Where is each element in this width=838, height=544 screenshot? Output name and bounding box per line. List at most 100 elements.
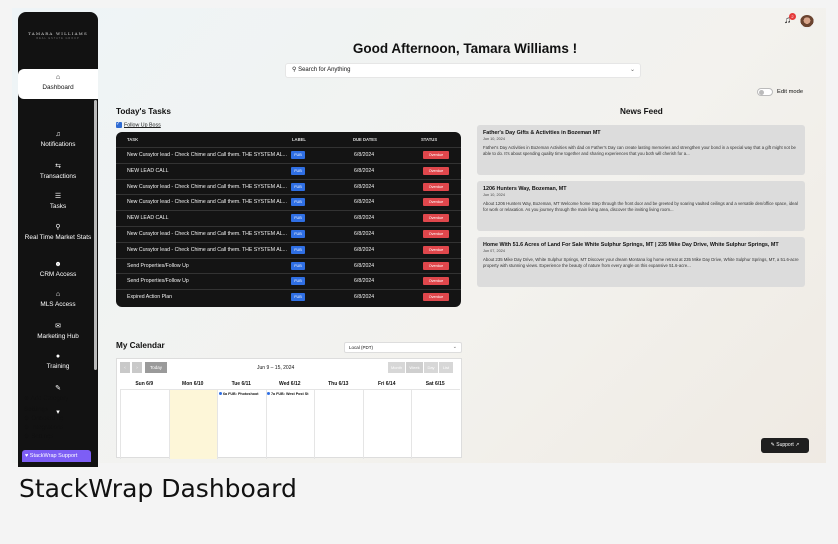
task-name: New Curaytor lead - Check Chime and Call… [127,152,287,158]
sidebar-item-transactions[interactable]: ⇆ Transactions [18,162,98,180]
page-title: Good Afternoon, Tamara Williams ! [352,41,578,56]
magnifier-icon: ⚲ [55,224,61,231]
table-row[interactable]: Send Properties/Follow Up FUB 6/8/2024 Over… [116,257,461,274]
view-month-button[interactable]: Month [388,362,405,373]
due-date: 6/8/2024 [354,294,375,301]
sidebar-scrollbar[interactable] [94,100,97,370]
due-date: 6/8/2024 [354,152,375,158]
table-row[interactable]: NEW LEAD CALL FUB 6/8/2024 Overdue [116,162,461,179]
news-body: Father's Day Activities in Bozeman Activ… [483,145,796,156]
view-day-button[interactable]: Day [424,362,438,373]
sidebar-item-notifications[interactable]: ♫ Notifications [18,131,98,148]
label-badge: FUB [291,151,305,159]
today-button[interactable]: Today [145,362,167,373]
timezone-select[interactable]: Local (PDT) ⌄ [344,342,462,353]
status-badge: Overdue [423,245,449,254]
sidebar-item-dashboard[interactable]: ⌂ Dashboard [18,69,98,99]
checkbox[interactable] [116,121,122,128]
calendar-event[interactable]: 6a FUB: Photoshoot [219,392,258,396]
status-badge: Overdue [423,277,449,286]
task-name: New Curaytor lead - Check Chime and Call… [127,246,287,253]
prev-button[interactable]: ‹ [120,362,130,373]
search-icon: ⚲ [292,67,297,73]
caption: StackWrap Dashboard [19,474,297,503]
status-badge: Overdue [423,198,449,207]
follow-up-boss-filter[interactable]: Follow Up Boss [116,121,161,128]
view-week-button[interactable]: Week [406,362,423,373]
sidebar-item-tools[interactable]: ✎ [18,384,98,395]
table-row[interactable]: New Curaytor lead - Check Chime and Call… [116,241,461,258]
sidebar-item-training[interactable]: ● Training [18,353,98,370]
bell-icon: ♫ [55,131,61,138]
news-card[interactable]: Home With 51.6 Acres of Land For Sale Wh… [477,237,805,287]
day-header: Sat 6/15 [425,381,445,387]
stackwrap-support-button[interactable]: ♥ StackWrap Support [22,450,91,462]
news-body: About 235 Mike Day Drive, White Sulphur … [483,257,799,268]
wrench-icon: ✎ [770,442,775,448]
day-column[interactable] [120,389,169,459]
sidebar-footer: ⊕ Add Category Settings ⚙ Onboarding ⚙ I… [24,395,104,442]
task-name: Expired Action Plan [127,294,172,301]
day-header: Fri 6/14 [377,381,396,387]
due-date: 6/8/2024 [354,262,375,269]
news-headline: Father's Day Gifts & Activities in Bozem… [483,130,601,136]
support-button[interactable]: ✎ Support ↗ [761,438,809,453]
task-name: New Curaytor lead - Check Chime and Call… [127,183,287,190]
sidebar-item-label: Dashboard [42,84,74,91]
calendar-event[interactable]: 7a FUB: West Post St [267,392,308,396]
view-list-button[interactable]: List [439,362,453,373]
tasks-title: Today's Tasks [116,107,171,116]
integrations-link[interactable]: ⚙ Integrations [24,424,104,431]
news-card[interactable]: Father's Day Gifts & Activities in Bozem… [477,125,805,175]
chevron-down-icon: ⌄ [452,344,457,350]
table-row[interactable]: New Curaytor lead - Check Chime and Call… [116,178,461,195]
label-badge: FUB [291,245,305,254]
status-badge: Overdue [423,214,449,223]
table-row[interactable]: Expired Action Plan FUB 6/8/2024 Overdue [116,289,461,305]
due-date: 6/8/2024 [354,167,375,174]
add-category-link[interactable]: ⊕ Add Category [24,395,104,402]
day-column[interactable] [168,389,217,459]
onboarding-link[interactable]: ⚙ Onboarding [24,415,104,422]
table-row[interactable]: NEW LEAD CALL FUB 6/8/2024 Overdue [116,210,461,226]
day-column[interactable] [362,389,411,459]
calendar-title: My Calendar [116,341,165,350]
table-row[interactable]: New Curaytor lead - Check Chime and Call… [116,226,461,242]
brand-name: TAMARA WILLIAMS [28,31,88,36]
edit-mode-toggle[interactable] [757,88,773,96]
table-row[interactable]: New Curaytor lead - Check Chime and Call… [116,147,461,163]
day-column[interactable] [411,389,460,459]
avatar[interactable] [800,15,814,29]
sidebar-item-tasks[interactable]: ☰ Tasks [18,192,98,210]
notification-badge: 2 [789,13,796,20]
external-link-icon: ↗ [795,442,800,448]
notifications-bell[interactable]: ♫ 2 [784,13,796,26]
wrench-icon: ✎ [55,385,61,392]
megaphone-icon: ✉ [55,323,61,330]
sidebar-item-market-stats[interactable]: ⚲ Real Time Market Stats [18,223,98,241]
column-header: STATUS [421,137,438,142]
settings-link[interactable]: ⚙ Settings [24,433,104,440]
news-card[interactable]: 1206 Hunters Way, Bozeman, MT Jun 10, 202… [477,181,805,231]
table-row[interactable]: Send Properties/Follow Up FUB 6/8/2024 Over… [116,273,461,289]
sidebar-item-marketing[interactable]: ✉ Marketing Hub [18,322,98,340]
label-badge: FUB [291,182,305,191]
table-row[interactable]: New Curaytor lead - Check Chime and Call… [116,194,461,210]
sidebar-item-mls[interactable]: ⌂ MLS Access [18,291,98,308]
search-placeholder: Search for Anything [298,67,351,73]
next-button[interactable]: › [132,362,142,373]
news-headline: Home With 51.6 Acres of Land For Sale Wh… [483,242,779,248]
status-badge: Overdue [423,182,449,191]
due-date: 6/8/2024 [354,231,375,237]
status-badge: Overdue [423,293,449,302]
search-input[interactable]: ⚲ Search for Anything ⌄ [285,63,641,78]
sidebar-item-crm[interactable]: ☻ CRM Access [18,261,98,278]
due-date: 6/8/2024 [354,199,375,206]
day-column[interactable] [265,389,314,459]
calendar: ‹ › Today Jun 9 – 15, 2024 Month Week Da… [116,358,462,459]
day-column[interactable] [217,389,266,459]
news-feed-title: News Feed [620,107,663,116]
day-column[interactable] [314,389,363,459]
news-headline: 1206 Hunters Way, Bozeman, MT [483,186,567,192]
people-icon: ☻ [54,261,62,268]
